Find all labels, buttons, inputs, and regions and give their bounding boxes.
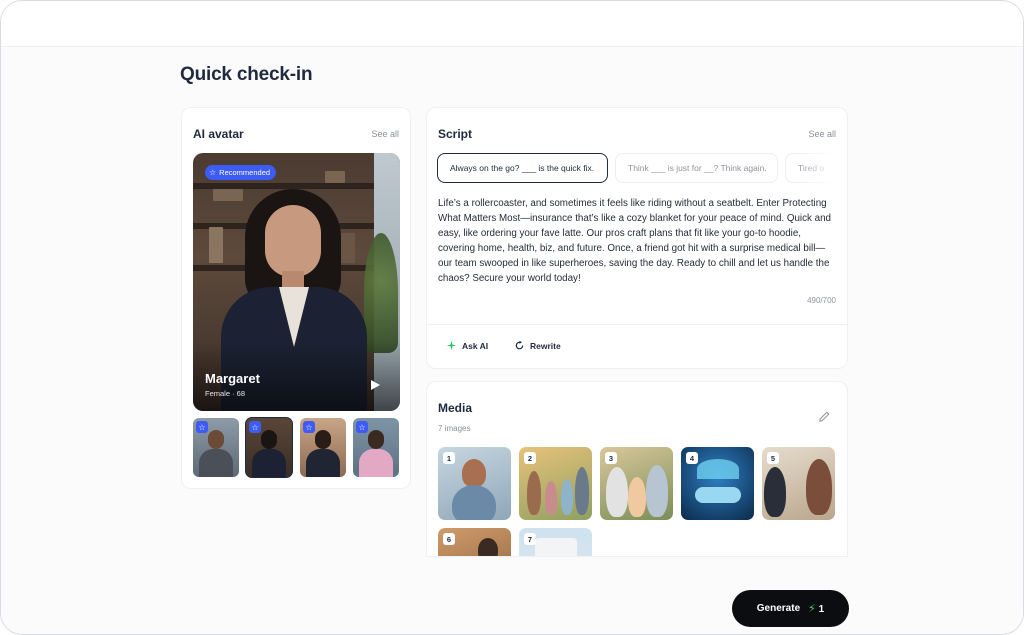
- thumbnail-torso: [199, 449, 233, 477]
- thumbnail-head: [208, 430, 224, 449]
- media-item-1[interactable]: 1: [438, 447, 511, 520]
- media-figure: [561, 479, 573, 515]
- media-item-3[interactable]: 3: [600, 447, 673, 520]
- script-title: Script: [438, 127, 473, 141]
- avatar-thumbnail-2[interactable]: ☆: [245, 417, 293, 478]
- rewrite-icon: [515, 340, 524, 350]
- media-item-6[interactable]: 6: [438, 528, 511, 556]
- media-title: Media: [438, 401, 473, 415]
- character-counter: 490/700: [807, 296, 836, 305]
- media-figure: [695, 487, 741, 503]
- media-count: 7 images: [438, 424, 471, 433]
- thumbnail-torso: [306, 449, 340, 477]
- star-icon: ☆: [196, 421, 208, 433]
- lightning-icon: ⚡: [808, 603, 816, 615]
- media-number: 5: [767, 452, 779, 464]
- script-textarea[interactable]: Life’s a rollercoaster, and sometimes it…: [438, 196, 838, 286]
- credits-indicator: ⚡ 1: [808, 602, 824, 615]
- script-suggestion-chips: Always on the go? ___ is the quick fix. …: [437, 153, 837, 185]
- media-figure: [806, 459, 832, 515]
- script-chip-2[interactable]: Think ___ is just for __? Think again.: [615, 153, 778, 183]
- media-number: 2: [524, 452, 536, 464]
- book: [325, 171, 345, 183]
- credits-count: 1: [818, 604, 825, 615]
- thumbnail-torso: [359, 449, 393, 477]
- sparkle-icon: [446, 340, 457, 351]
- media-item-2[interactable]: 2: [519, 447, 592, 520]
- page-title: Quick check-in: [180, 64, 313, 85]
- script-see-all-link[interactable]: See all: [808, 129, 836, 139]
- media-number: 7: [524, 533, 536, 545]
- featured-avatar-preview[interactable]: ☆ Recommended Margaret Female · 68: [193, 153, 400, 411]
- media-figure: [628, 477, 646, 517]
- ai-avatar-title: AI avatar: [193, 127, 244, 141]
- edit-pencil-icon[interactable]: [818, 410, 831, 423]
- media-item-7[interactable]: 7: [519, 528, 592, 556]
- rewrite-button[interactable]: Rewrite: [514, 340, 561, 351]
- media-figure: [545, 481, 557, 515]
- media-figure: [606, 467, 628, 517]
- thumbnail-head: [261, 430, 277, 449]
- media-figure: [646, 465, 668, 517]
- script-chip-1[interactable]: Always on the go? ___ is the quick fix.: [437, 153, 608, 183]
- book: [209, 227, 223, 263]
- media-number: 3: [605, 452, 617, 464]
- star-icon: ☆: [356, 421, 368, 433]
- divider: [427, 324, 847, 325]
- media-item-5[interactable]: 5: [762, 447, 835, 520]
- media-figure: [462, 459, 486, 487]
- media-figure: [527, 471, 541, 515]
- generate-button[interactable]: Generate ⚡ 1: [732, 590, 849, 627]
- avatar-name: Margaret: [205, 371, 260, 386]
- media-number: 4: [686, 452, 698, 464]
- recommended-badge: ☆ Recommended: [205, 165, 277, 180]
- media-figure: [764, 467, 786, 517]
- rewrite-label: Rewrite: [530, 340, 561, 351]
- avatar-face: [265, 205, 321, 277]
- media-number: 6: [443, 533, 455, 545]
- top-bar: [1, 1, 1023, 47]
- media-item-4[interactable]: 4: [681, 447, 754, 520]
- script-card: Script See all Always on the go? ___ is …: [426, 107, 848, 369]
- play-icon[interactable]: [369, 379, 381, 391]
- star-icon: ☆: [209, 167, 217, 177]
- media-figure: [575, 467, 589, 515]
- media-card: Media 7 images 1 2 3 4 5 6 7: [426, 381, 848, 557]
- star-icon: ☆: [303, 421, 315, 433]
- media-figure: [452, 485, 496, 520]
- avatar-meta: Female · 68: [205, 389, 246, 398]
- ai-avatar-card: AI avatar See all ☆ Recommended Margaret…: [181, 107, 411, 489]
- book: [213, 189, 243, 201]
- media-figure: [478, 538, 498, 556]
- star-icon: ☆: [249, 421, 261, 433]
- avatar-thumbnail-3[interactable]: ☆: [300, 418, 346, 477]
- avatar-thumbnail-1[interactable]: ☆: [193, 418, 239, 477]
- chips-fade: [797, 153, 837, 185]
- media-number: 1: [443, 452, 455, 464]
- ask-ai-button[interactable]: Ask AI: [446, 340, 488, 351]
- avatar-thumbnail-4[interactable]: ☆: [353, 418, 399, 477]
- ask-ai-label: Ask AI: [462, 340, 489, 351]
- thumbnail-head: [315, 430, 331, 449]
- app-frame: Quick check-in AI avatar See all ☆ Recom…: [0, 0, 1024, 635]
- generate-label: Generate: [756, 603, 801, 614]
- avatar-see-all-link[interactable]: See all: [371, 129, 399, 139]
- media-figure: [697, 459, 739, 479]
- thumbnail-torso: [252, 449, 286, 477]
- plant: [364, 233, 398, 353]
- thumbnail-head: [368, 430, 384, 449]
- avatar-thumbnails: ☆ ☆ ☆ ☆: [193, 417, 400, 478]
- media-figure: [535, 538, 577, 556]
- recommended-label: Recommended: [219, 168, 271, 177]
